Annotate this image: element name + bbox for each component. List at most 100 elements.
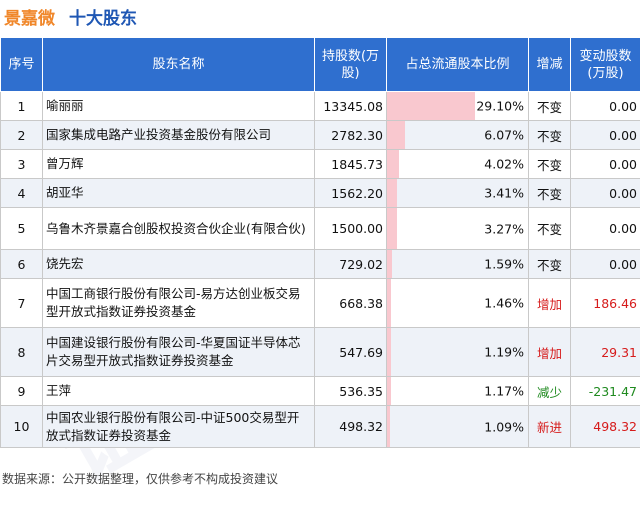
header-shares: 持股数(万股)	[315, 38, 387, 92]
change-shares-cell: 0.00	[571, 250, 640, 279]
table-row: 8中国建设银行股份有限公司-华夏国证半导体芯片交易型开放式指数证券投资基金547…	[1, 328, 640, 377]
shares-cell: 2782.30	[315, 121, 387, 150]
header-name: 股东名称	[43, 38, 315, 92]
ratio-bar	[387, 121, 405, 149]
ratio-value: 1.19%	[484, 345, 524, 360]
rank-cell: 4	[1, 179, 43, 208]
title-subject: 十大股东	[69, 4, 137, 29]
rank-cell: 9	[1, 377, 43, 406]
holder-name-cell: 王萍	[43, 377, 315, 406]
table-row: 6饶先宏729.02 1.59% 不变0.00	[1, 250, 640, 279]
header-change: 增减	[529, 38, 571, 92]
rank-cell: 3	[1, 150, 43, 179]
holder-name-cell: 胡亚华	[43, 179, 315, 208]
rank-cell: 1	[1, 92, 43, 121]
change-shares-cell: 186.46	[571, 279, 640, 328]
shares-cell: 668.38	[315, 279, 387, 328]
ratio-cell: 1.59%	[387, 250, 529, 279]
shares-cell: 498.32	[315, 406, 387, 448]
holder-name-cell: 中国农业银行股份有限公司-中证500交易型开放式指数证券投资基金	[43, 406, 315, 448]
rank-cell: 7	[1, 279, 43, 328]
table-row: 2国家集成电路产业投资基金股份有限公司2782.30 6.07% 不变0.00	[1, 121, 640, 150]
data-source-note: 数据来源：公开数据整理，仅供参考不构成投资建议	[2, 470, 278, 487]
table-row: 5乌鲁木齐景嘉合创股权投资合伙企业(有限合伙)1500.003.27%不变0.0…	[1, 208, 640, 250]
ratio-cell: 1.17%	[387, 377, 529, 406]
change-status: 不变	[529, 92, 571, 121]
change-status: 新进	[529, 406, 571, 448]
change-shares-cell: 29.31	[571, 328, 640, 377]
rank-cell: 8	[1, 328, 43, 377]
table-row: 1喻丽丽13345.08 29.10% 不变0.00	[1, 92, 640, 121]
ratio-cell: 3.41%	[387, 179, 529, 208]
table-header-row: 序号 股东名称 持股数(万股) 占总流通股本比例 增减 变动股数(万股)	[1, 38, 640, 92]
page-title: 景嘉微 十大股东	[4, 2, 137, 30]
ratio-cell: 1.46%	[387, 279, 529, 328]
holder-name-cell: 饶先宏	[43, 250, 315, 279]
shares-cell: 729.02	[315, 250, 387, 279]
rank-cell: 10	[1, 406, 43, 448]
change-shares-cell: 0.00	[571, 150, 640, 179]
shares-cell: 13345.08	[315, 92, 387, 121]
ratio-cell: 1.09%	[387, 406, 529, 448]
change-status: 不变	[529, 121, 571, 150]
ratio-cell: 29.10%	[387, 92, 529, 121]
change-shares-cell: 0.00	[571, 208, 640, 250]
table-row: 9王萍536.35 1.17% 减少-231.47	[1, 377, 640, 406]
ratio-bar	[387, 250, 392, 278]
holder-name-cell: 喻丽丽	[43, 92, 315, 121]
ratio-bar	[387, 92, 475, 120]
change-shares-cell: 0.00	[571, 121, 640, 150]
ratio-bar	[387, 328, 391, 376]
ratio-cell: 4.02%	[387, 150, 529, 179]
shares-cell: 1562.20	[315, 179, 387, 208]
change-status: 不变	[529, 250, 571, 279]
ratio-cell: 1.19%	[387, 328, 529, 377]
holder-name-cell: 曾万辉	[43, 150, 315, 179]
holder-name-cell: 中国建设银行股份有限公司-华夏国证半导体芯片交易型开放式指数证券投资基金	[43, 328, 315, 377]
ratio-bar	[387, 150, 399, 178]
table-row: 10中国农业银行股份有限公司-中证500交易型开放式指数证券投资基金498.32…	[1, 406, 640, 448]
ratio-bar	[387, 406, 390, 447]
shares-cell: 1845.73	[315, 150, 387, 179]
shares-cell: 547.69	[315, 328, 387, 377]
ratio-value: 29.10%	[476, 99, 524, 114]
change-shares-cell: 498.32	[571, 406, 640, 448]
ratio-cell: 6.07%	[387, 121, 529, 150]
ratio-value: 1.46%	[484, 296, 524, 311]
ratio-value: 1.09%	[484, 419, 524, 434]
top-shareholders-table: 序号 股东名称 持股数(万股) 占总流通股本比例 增减 变动股数(万股) 1喻丽…	[0, 37, 640, 448]
ratio-bar	[387, 179, 397, 207]
change-status: 不变	[529, 179, 571, 208]
table-row: 3曾万辉1845.734.02%不变0.00	[1, 150, 640, 179]
shares-cell: 536.35	[315, 377, 387, 406]
ratio-value: 6.07%	[484, 128, 524, 143]
rank-cell: 6	[1, 250, 43, 279]
ratio-value: 3.27%	[484, 221, 524, 236]
header-ratio: 占总流通股本比例	[387, 38, 529, 92]
change-status: 不变	[529, 208, 571, 250]
holder-name-cell: 国家集成电路产业投资基金股份有限公司	[43, 121, 315, 150]
table-row: 7中国工商银行股份有限公司-易方达创业板交易型开放式指数证券投资基金668.38…	[1, 279, 640, 328]
company-name: 景嘉微	[4, 4, 55, 29]
ratio-bar	[387, 208, 397, 249]
rank-cell: 2	[1, 121, 43, 150]
shares-cell: 1500.00	[315, 208, 387, 250]
header-rank: 序号	[1, 38, 43, 92]
table-row: 4胡亚华1562.20 3.41% 不变0.00	[1, 179, 640, 208]
change-status: 增加	[529, 328, 571, 377]
ratio-value: 3.41%	[484, 186, 524, 201]
ratio-cell: 3.27%	[387, 208, 529, 250]
ratio-bar	[387, 377, 391, 405]
ratio-value: 1.17%	[484, 384, 524, 399]
change-shares-cell: 0.00	[571, 92, 640, 121]
holder-name-cell: 乌鲁木齐景嘉合创股权投资合伙企业(有限合伙)	[43, 208, 315, 250]
change-shares-cell: 0.00	[571, 179, 640, 208]
holder-name-cell: 中国工商银行股份有限公司-易方达创业板交易型开放式指数证券投资基金	[43, 279, 315, 328]
change-status: 增加	[529, 279, 571, 328]
ratio-value: 1.59%	[484, 257, 524, 272]
header-change-shares: 变动股数(万股)	[571, 38, 640, 92]
change-status: 减少	[529, 377, 571, 406]
ratio-bar	[387, 279, 391, 327]
change-shares-cell: -231.47	[571, 377, 640, 406]
ratio-value: 4.02%	[484, 157, 524, 172]
